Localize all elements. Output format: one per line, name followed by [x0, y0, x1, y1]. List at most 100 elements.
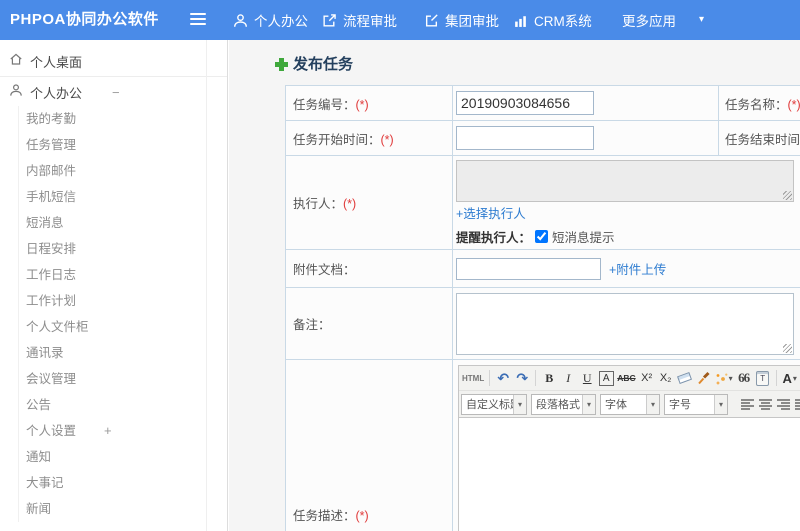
add-icon — [275, 58, 288, 71]
resize-handle[interactable] — [783, 191, 792, 200]
richtext-editor: HTML ↶ ↷ B I U A ABC X² X₂ ▾ 66 T A ▾ 自定… — [458, 365, 800, 531]
nav-label: 流程审批 — [343, 14, 397, 29]
select-value: 字号 — [669, 399, 691, 411]
required-mark: (*) — [343, 197, 357, 211]
sidebar-item-sms[interactable]: 手机短信 — [19, 184, 227, 210]
nav-label: 更多应用 — [622, 14, 676, 29]
sidebar-item-internal-mail[interactable]: 内部邮件 — [19, 158, 227, 184]
sidebar-item-task-management[interactable]: 任务管理 — [19, 132, 227, 158]
attachment-label-cell: 附件文档： — [285, 249, 453, 288]
chart-icon — [513, 13, 528, 28]
remark-field-cell — [452, 287, 800, 360]
nav-crm-system[interactable]: CRM系统 — [513, 0, 592, 40]
expand-icon[interactable]: + — [104, 418, 112, 444]
bold-button[interactable]: B — [540, 369, 558, 388]
nav-group-approval[interactable]: 集团审批 — [424, 0, 499, 40]
chevron-down-icon: ▾ — [792, 373, 797, 383]
source-code-button[interactable]: HTML — [461, 369, 485, 388]
field-label: 任务编号： — [293, 97, 356, 112]
redo-icon[interactable]: ↷ — [513, 369, 531, 388]
chevron-down-icon: ▾ — [513, 394, 526, 414]
remark-label-cell: 备注： — [285, 287, 453, 360]
sidebar-item-news[interactable]: 新闻 — [19, 496, 227, 522]
attachment-input[interactable] — [456, 257, 601, 280]
start-time-input[interactable] — [456, 126, 594, 150]
blockquote-button[interactable]: 66 — [735, 369, 753, 388]
paste-from-word-button[interactable]: T — [754, 369, 772, 388]
sidebar-item-events[interactable]: 大事记 — [19, 470, 227, 496]
nav-more-apps[interactable]: 更多应用 — [622, 0, 676, 40]
align-center-icon[interactable] — [759, 398, 772, 410]
attachment-upload-link[interactable]: +附件上传 — [609, 259, 666, 278]
field-label: 任务描述： — [293, 509, 356, 523]
field-label: 任务开始时间： — [293, 132, 381, 147]
sidebar-item-file-cabinet[interactable]: 个人文件柜 — [19, 314, 227, 340]
strikethrough-button[interactable]: ABC — [616, 369, 636, 388]
align-justify-icon[interactable] — [795, 398, 800, 410]
underline-button[interactable]: U — [578, 369, 596, 388]
collapse-icon[interactable]: − — [112, 79, 120, 106]
paragraph-format-select[interactable]: 段落格式 ▾ — [531, 393, 596, 415]
sidebar-group-personal-office[interactable]: 个人办公 − — [0, 79, 227, 106]
resize-handle[interactable] — [783, 343, 792, 353]
table-row: 备注： — [285, 287, 800, 360]
format-brush-button[interactable] — [695, 369, 713, 388]
person-icon — [9, 83, 23, 102]
chevron-down-icon[interactable]: ▾ — [699, 0, 704, 40]
remark-textarea[interactable] — [456, 292, 794, 355]
font-family-select[interactable]: 字体 ▾ — [600, 393, 660, 415]
choose-executor-link[interactable]: +选择执行人 — [456, 207, 526, 221]
attachment-field-cell: +附件上传 — [452, 249, 800, 288]
sidebar-item-notice[interactable]: 通知 — [19, 444, 227, 470]
sidebar-item-label: 通讯录 — [26, 346, 64, 360]
nav-personal-office[interactable]: 个人办公 — [233, 0, 308, 40]
task-no-input[interactable] — [456, 91, 594, 115]
align-right-icon[interactable] — [777, 398, 790, 410]
sms-checkbox[interactable] — [535, 230, 549, 243]
undo-icon[interactable]: ↶ — [494, 369, 512, 388]
task-name-label-cell: 任务名称：(*) — [718, 85, 800, 121]
top-header: PHPOA协同办公软件 个人办公 流程审批 集团审批 CRM系统 更多应用 ▾ — [0, 0, 800, 40]
sidebar-item-work-plan[interactable]: 工作计划 — [19, 288, 227, 314]
sidebar-item-label: 手机短信 — [26, 190, 77, 204]
sidebar-item-meeting[interactable]: 会议管理 — [19, 366, 227, 392]
border-text-button[interactable]: A — [597, 369, 615, 388]
editor-toolbar-row2: 自定义标题 ▾ 段落格式 ▾ 字体 ▾ 字号 ▾ — [459, 390, 800, 417]
task-no-label-cell: 任务编号：(*) — [285, 85, 453, 121]
executor-textarea[interactable] — [456, 160, 794, 202]
table-row: 任务编号：(*) 任务名称：(*) — [285, 85, 800, 121]
sidebar-item-contacts[interactable]: 通讯录 — [19, 340, 227, 366]
start-time-field-cell — [452, 120, 719, 156]
end-time-label-cell: 任务结束时间：(*) — [718, 120, 800, 156]
field-label: 备注： — [293, 318, 331, 332]
custom-title-select[interactable]: 自定义标题 ▾ — [461, 393, 527, 415]
font-size-select[interactable]: 字号 ▾ — [664, 393, 728, 415]
italic-button[interactable]: I — [559, 369, 577, 388]
align-left-icon[interactable] — [741, 398, 754, 410]
sidebar-item-short-message[interactable]: 短消息 — [19, 210, 227, 236]
sidebar-scroll-track[interactable] — [206, 40, 207, 531]
home-icon — [9, 52, 23, 71]
select-value: 段落格式 — [536, 399, 580, 411]
sidebar-item-desktop[interactable]: 个人桌面 — [0, 46, 227, 77]
subscript-button[interactable]: X₂ — [657, 369, 675, 388]
sidebar-item-personal-settings[interactable]: 个人设置 + — [19, 418, 227, 444]
sidebar-item-work-log[interactable]: 工作日志 — [19, 262, 227, 288]
select-value: 字体 — [605, 399, 627, 411]
quick-format-button[interactable]: ▾ — [714, 369, 734, 388]
sidebar-item-schedule[interactable]: 日程安排 — [19, 236, 227, 262]
sidebar-item-label: 个人桌面 — [30, 54, 83, 70]
eraser-button[interactable] — [676, 369, 694, 388]
nav-label: 集团审批 — [445, 14, 499, 29]
field-label: 执行人： — [293, 197, 344, 211]
sidebar-item-announcement[interactable]: 公告 — [19, 392, 227, 418]
sidebar-item-attendance[interactable]: 我的考勤 — [19, 106, 227, 132]
app-logo: PHPOA协同办公软件 — [10, 11, 159, 28]
font-color-button[interactable]: A ▾ — [781, 369, 799, 388]
editor-toolbar-row1: HTML ↶ ↷ B I U A ABC X² X₂ ▾ 66 T A ▾ — [459, 366, 800, 390]
superscript-button[interactable]: X² — [638, 369, 656, 388]
editor-content-area[interactable] — [459, 417, 800, 531]
nav-workflow-approval[interactable]: 流程审批 — [322, 0, 397, 40]
menu-toggle-icon[interactable] — [190, 13, 206, 27]
required-mark: (*) — [355, 97, 369, 112]
